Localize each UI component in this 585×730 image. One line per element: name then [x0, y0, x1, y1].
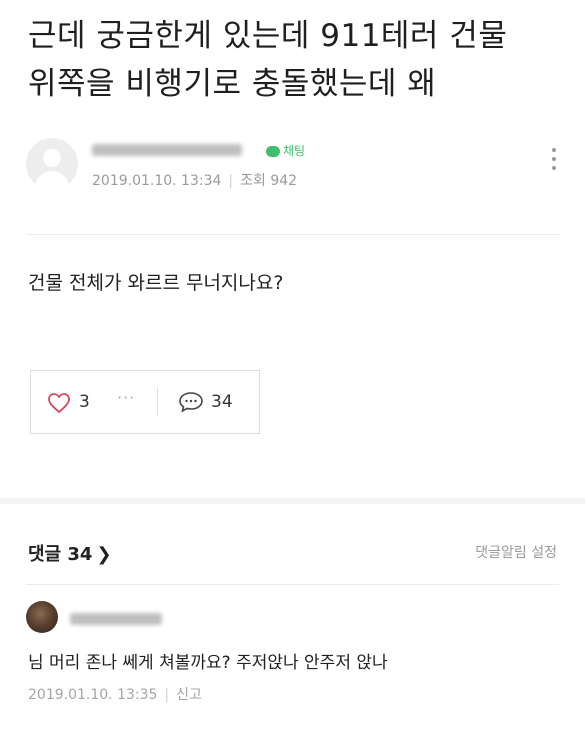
post-body: 건물 전체가 와르르 무너지나요? [28, 272, 284, 294]
author-info: 채팅 2019.01.10. 13:34 | 조회 942 [26, 138, 566, 194]
blurred-nickname [70, 612, 162, 625]
section-divider [0, 498, 585, 504]
heart-icon [48, 393, 70, 414]
comments-title: 댓글 34 [28, 544, 93, 565]
comment-count: 34 [211, 392, 233, 412]
comment-meta: 2019.01.10. 13:35 | 신고 [28, 684, 202, 704]
reaction-box: 3 ··· 34 [30, 370, 260, 434]
chat-bubble-icon [266, 146, 280, 157]
post-meta: 2019.01.10. 13:34 | 조회 942 [92, 170, 297, 190]
post-views: 조회 942 [240, 173, 298, 189]
meta-separator: | [228, 173, 234, 189]
comment-button[interactable]: 34 [158, 371, 259, 433]
author-nickname[interactable] [92, 142, 242, 158]
comment-icon [179, 392, 203, 413]
comment-text: 님 머리 존나 쎄게 쳐볼까요? 주저앉나 안주저 앉나 [28, 653, 388, 673]
post-title-line-1: 근데 궁금한게 있는데 911테러 건물 [28, 18, 508, 54]
commenter-nickname[interactable] [70, 608, 162, 627]
post-title: 근데 궁금한게 있는데 911테러 건물 위쪽을 비행기로 충돌했는데 왜 [28, 12, 568, 108]
post-title-line-2: 위쪽을 비행기로 충돌했는데 왜 [28, 66, 437, 102]
blurred-nickname [92, 144, 242, 156]
default-avatar-icon[interactable] [26, 138, 78, 190]
chat-label: 채팅 [283, 144, 306, 158]
chevron-right-icon: ❯ [96, 544, 112, 565]
meta-separator: | [164, 687, 170, 703]
commenter-avatar[interactable] [26, 601, 58, 633]
comment-notification-setting[interactable]: 댓글알림 설정 [475, 542, 557, 562]
like-count: 3 [79, 392, 90, 412]
post-date: 2019.01.10. 13:34 [92, 173, 222, 189]
report-link[interactable]: 신고 [176, 687, 202, 703]
divider [26, 234, 559, 235]
chat-button[interactable]: 채팅 [266, 142, 305, 159]
comment-date: 2019.01.10. 13:35 [28, 687, 158, 703]
more-reactions-icon[interactable]: ··· [117, 388, 135, 407]
comments-header[interactable]: 댓글 34 ❯ [28, 540, 112, 566]
divider [26, 584, 559, 585]
more-icon[interactable] [549, 148, 559, 178]
like-button[interactable]: 3 ··· [31, 371, 153, 433]
